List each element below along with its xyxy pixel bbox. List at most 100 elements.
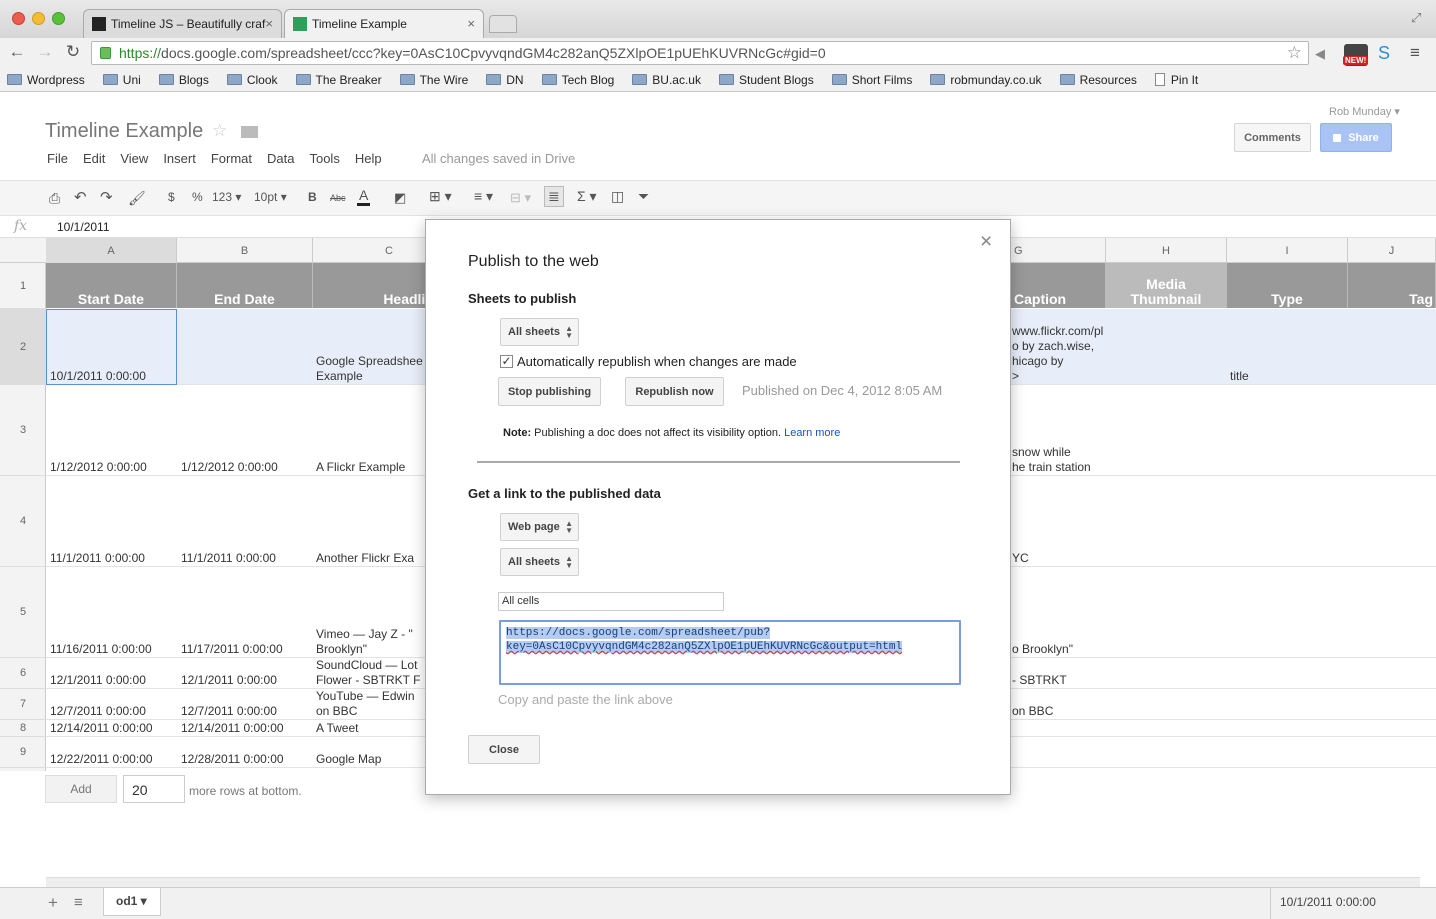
bold-button[interactable]: B [308,190,317,204]
active-cell-selection[interactable] [46,309,177,385]
cell-g[interactable]: o Brooklyn" [1012,642,1106,657]
menu-tools[interactable]: Tools [309,151,339,166]
borders-icon[interactable]: ⊞ ▾ [429,188,452,205]
cell-b[interactable]: 12/7/2011 0:00:00 [181,704,311,719]
cell-b[interactable]: 12/28/2011 0:00:00 [181,752,311,767]
cell-a[interactable]: 11/16/2011 0:00:00 [50,642,175,657]
number-format-button[interactable]: 123 ▾ [212,190,241,204]
cell-b[interactable]: 11/1/2011 0:00:00 [181,551,311,566]
cell-b[interactable]: 12/1/2011 0:00:00 [181,673,311,688]
text-color-button[interactable]: A [357,187,371,206]
font-size-select[interactable]: 10pt ▾ [254,190,287,204]
bookmark-item[interactable]: Uni [102,73,141,87]
bookmark-item[interactable]: Short Films [831,73,912,87]
row-header[interactable]: 9 [0,737,46,768]
column-header-h[interactable]: H [1106,238,1227,263]
strikethrough-button[interactable]: Abc [330,193,346,203]
print-icon[interactable]: ⎙ [49,190,60,207]
range-input[interactable]: All cells [498,592,724,611]
sheet-tab-od1[interactable]: od1 ▾ [103,888,161,916]
bookmark-star-icon[interactable]: ☆ [1287,43,1302,63]
column-header-g[interactable]: G [1010,238,1106,263]
tab-timeline-example[interactable]: Timeline Example × [284,9,484,38]
sync-extension-icon[interactable]: S [1378,43,1390,64]
cell-b[interactable]: 1/12/2012 0:00:00 [181,460,311,475]
minimize-window-button[interactable] [32,12,45,25]
redo-icon[interactable]: ↷ [100,188,113,206]
learn-more-link[interactable]: Learn more [784,427,840,439]
fill-color-icon[interactable]: ◩ [394,190,406,206]
bookmark-item[interactable]: Student Blogs [718,73,814,87]
share-button[interactable]: Share [1320,123,1392,152]
column-header-i[interactable]: I [1227,238,1348,263]
menu-help[interactable]: Help [355,151,382,166]
close-button[interactable]: Close [468,735,540,764]
wrap-text-icon[interactable]: ≣ [544,186,564,207]
tab-timeline-js[interactable]: Timeline JS – Beautifully craf × [83,9,282,38]
folder-icon[interactable] [241,126,258,138]
percent-button[interactable]: % [192,190,203,204]
back-icon[interactable]: ← [6,42,28,62]
reload-icon[interactable]: ↻ [62,42,84,62]
formula-input[interactable]: 10/1/2011 [57,220,110,234]
cell-c[interactable]: Google Map [316,752,426,767]
document-title[interactable]: Timeline Example [45,120,203,143]
bookmark-item[interactable]: Wordpress [7,73,85,87]
cell-g[interactable]: on BBC [1012,704,1106,719]
published-link-textarea[interactable]: https://docs.google.com/spreadsheet/pub?… [499,620,961,685]
bookmark-item[interactable]: Clook [226,73,278,87]
row-header[interactable]: 8 [0,720,46,737]
header-end-date[interactable]: End Date [177,263,313,308]
cell-c[interactable]: Vimeo — Jay Z - " Brooklyn" [316,627,426,657]
sheet-list-icon[interactable]: ≡ [74,894,83,911]
cell-g[interactable]: snow while he train station [1012,445,1106,475]
comments-button[interactable]: Comments [1234,123,1311,152]
menu-format[interactable]: Format [211,151,252,166]
republish-now-button[interactable]: Republish now [625,377,724,406]
align-icon[interactable]: ≡ ▾ [474,188,493,205]
functions-icon[interactable]: Σ ▾ [577,188,597,205]
column-header-a[interactable]: A [46,238,177,263]
bookmark-item[interactable]: Blogs [158,73,209,87]
menu-data[interactable]: Data [267,151,294,166]
bookmark-item[interactable]: Tech Blog [541,73,614,87]
speaker-icon[interactable]: ◀ [1315,46,1325,62]
format-select[interactable]: Web page ▲ ▼ [500,513,579,541]
cell-i[interactable]: title [1230,369,1340,384]
cell-a[interactable]: 12/1/2011 0:00:00 [50,673,175,688]
url-input[interactable]: https://docs.google.com/spreadsheet/ccc?… [91,41,1309,65]
row-count-input[interactable]: 20 [123,775,185,803]
paint-format-icon[interactable]: 🖌 [128,190,146,207]
cell-c[interactable]: SoundCloud — Lot Flower - SBTRKT F [316,658,426,688]
dialog-close-icon[interactable]: × [980,230,992,254]
bookmark-item[interactable]: robmunday.co.uk [930,73,1042,87]
horizontal-scrollbar[interactable] [46,877,1420,887]
header-type[interactable]: Type [1227,263,1348,308]
bookmark-item[interactable]: Pin It [1154,73,1198,87]
stop-publishing-button[interactable]: Stop publishing [498,377,601,406]
menu-view[interactable]: View [120,151,148,166]
close-tab-icon[interactable]: × [467,16,475,31]
sheets-select[interactable]: All sheets ▲ ▼ [500,318,579,346]
cell-c[interactable]: A Flickr Example [316,460,426,475]
add-sheet-icon[interactable]: + [48,893,58,913]
cell-a[interactable]: 12/7/2011 0:00:00 [50,704,175,719]
zoom-window-button[interactable] [52,12,65,25]
cell-b[interactable]: 11/17/2011 0:00:00 [181,642,311,657]
menu-edit[interactable]: Edit [83,151,105,166]
row-header[interactable]: 3 [0,385,46,476]
selection-summary[interactable]: 10/1/2011 0:00:00 [1270,888,1436,919]
cell-a[interactable]: 1/12/2012 0:00:00 [50,460,175,475]
cell-c[interactable]: Google Spreadshee Example [316,354,426,384]
menu-insert[interactable]: Insert [163,151,196,166]
sheets-select-link[interactable]: All sheets ▲ ▼ [500,548,579,576]
menu-file[interactable]: File [47,151,68,166]
star-icon[interactable]: ☆ [212,121,227,141]
new-tab-button[interactable] [489,15,517,33]
merge-cells-icon[interactable]: ⊟ ▾ [510,190,531,206]
column-header-b[interactable]: B [177,238,313,263]
header-media-thumbnail[interactable]: Media Thumbnail [1106,263,1227,308]
cell-a[interactable]: 11/1/2011 0:00:00 [50,551,175,566]
cell-g[interactable]: YC [1012,551,1106,566]
cell-c[interactable]: A Tweet [316,721,426,736]
